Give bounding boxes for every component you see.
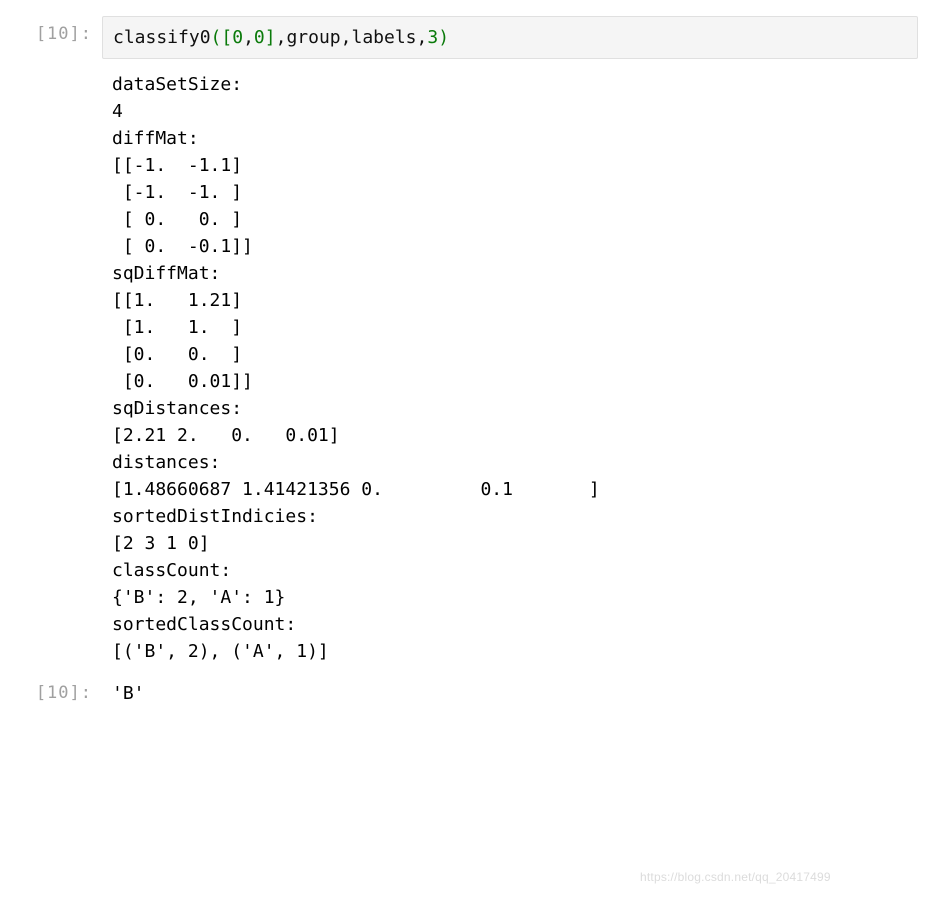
code-token-open-paren: ( bbox=[211, 27, 222, 48]
code-token-arg2: group bbox=[286, 27, 340, 48]
code-token-comma3: , bbox=[341, 27, 352, 48]
stdout-prompt-spacer bbox=[16, 63, 102, 71]
code-token-comma1: , bbox=[243, 27, 254, 48]
code-token-arg4: 3 bbox=[427, 27, 438, 48]
stdout-cell: dataSetSize: 4 diffMat: [[-1. -1.1] [-1.… bbox=[16, 63, 918, 671]
result-output[interactable]: 'B' bbox=[102, 675, 918, 712]
code-token-open-bracket: [ bbox=[221, 27, 232, 48]
code-token-comma4: , bbox=[417, 27, 428, 48]
code-token-fn: classify0 bbox=[113, 27, 211, 48]
input-cell: [10]: classify0([0,0],group,labels,3) bbox=[16, 16, 918, 59]
code-token-close-bracket: ] bbox=[265, 27, 276, 48]
code-token-arg3: labels bbox=[351, 27, 416, 48]
result-prompt: [10]: bbox=[16, 675, 102, 703]
code-token-num1: 0 bbox=[232, 27, 243, 48]
watermark-text: https://blog.csdn.net/qq_20417499 bbox=[640, 870, 831, 884]
result-cell: [10]: 'B' bbox=[16, 675, 918, 712]
input-prompt: [10]: bbox=[16, 16, 102, 44]
stdout-output[interactable]: dataSetSize: 4 diffMat: [[-1. -1.1] [-1.… bbox=[102, 63, 918, 671]
code-token-close-paren: ) bbox=[438, 27, 449, 48]
code-input[interactable]: classify0([0,0],group,labels,3) bbox=[102, 16, 918, 59]
code-token-comma2: , bbox=[276, 27, 287, 48]
code-token-num2: 0 bbox=[254, 27, 265, 48]
